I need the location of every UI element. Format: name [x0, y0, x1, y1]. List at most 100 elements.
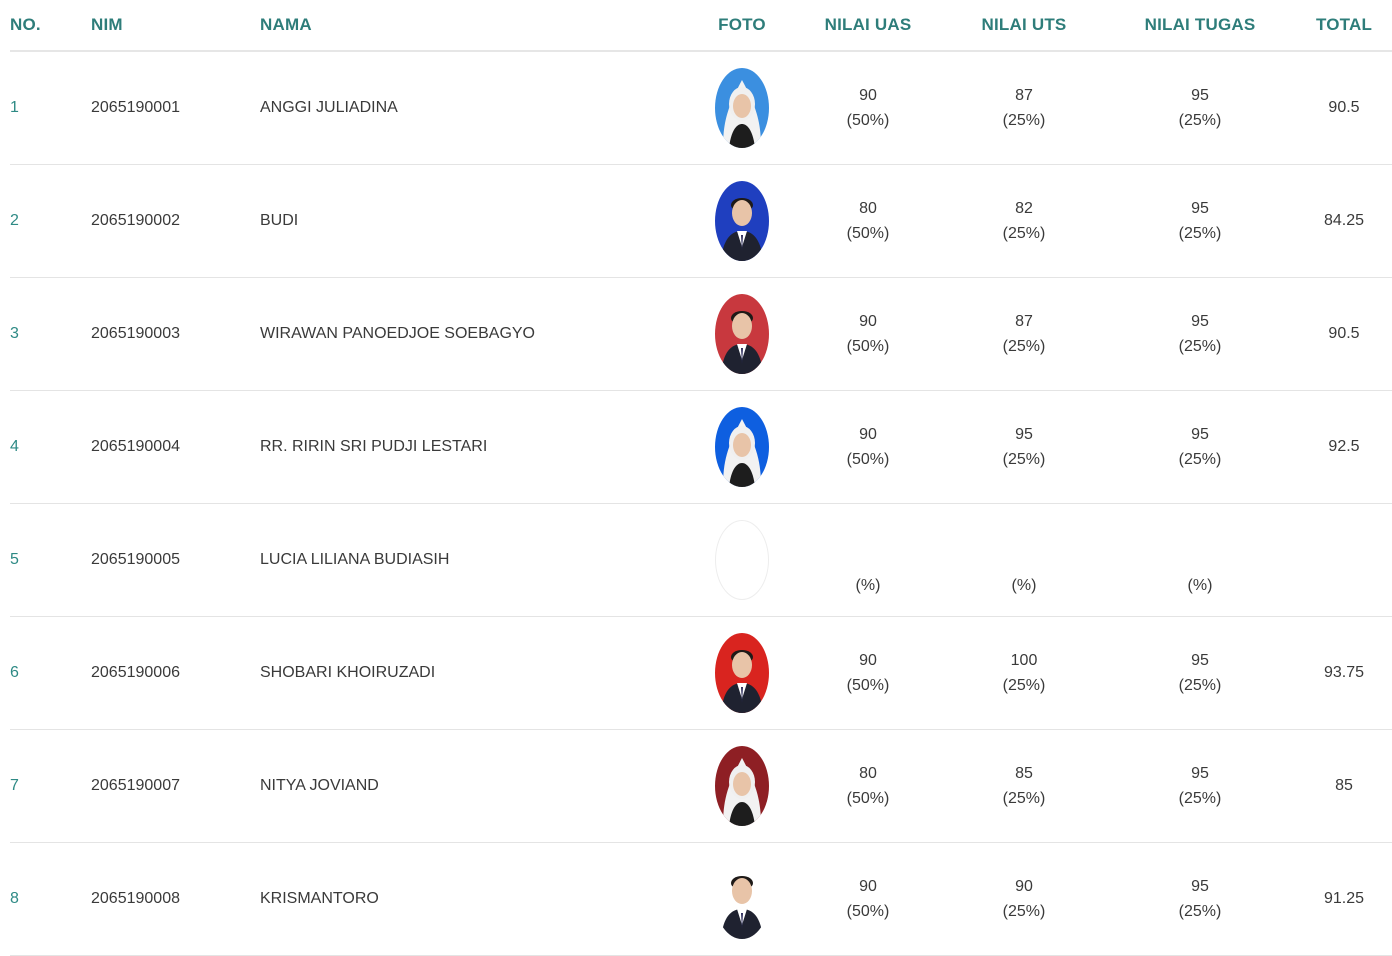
uts-value: 85: [1015, 765, 1033, 782]
table-row: 8 2065190008 KRISMANTORO 90 (50%) 90 (25%) 95 (2…: [10, 843, 1392, 956]
row-number-cell: 8: [10, 890, 91, 908]
row-number-cell: 3: [10, 325, 91, 343]
uts-weight: (25%): [1002, 225, 1046, 242]
column-header-no[interactable]: NO.: [10, 15, 91, 35]
uts-value: 87: [1015, 87, 1033, 104]
nilai-tugas-cell: 95 (25%): [1104, 196, 1296, 246]
tugas-value: 95: [1191, 313, 1209, 330]
uts-value: 90: [1015, 878, 1033, 895]
foto-cell: [692, 633, 792, 713]
row-number-link[interactable]: 3: [10, 325, 19, 342]
foto-cell: [692, 520, 792, 600]
column-header-total[interactable]: TOTAL: [1296, 15, 1392, 35]
student-photo[interactable]: [715, 181, 769, 261]
nilai-uas-cell: 90 (50%): [792, 648, 944, 698]
uts-value: 87: [1015, 313, 1033, 330]
row-number-link[interactable]: 8: [10, 890, 19, 907]
tugas-weight: (25%): [1178, 903, 1222, 920]
tugas-value: 95: [1191, 426, 1209, 443]
row-number-link[interactable]: 1: [10, 99, 19, 116]
column-header-nim[interactable]: NIM: [91, 15, 260, 35]
tugas-value: 95: [1191, 878, 1209, 895]
uts-value: 100: [1010, 652, 1038, 669]
row-number-link[interactable]: 6: [10, 664, 19, 681]
table-row: 5 2065190005 LUCIA LILIANA BUDIASIH (%) (%) (…: [10, 504, 1392, 617]
nim-cell: 2065190007: [91, 777, 180, 794]
nilai-uas-cell: 90 (50%): [792, 422, 944, 472]
nilai-tugas-cell: (%): [1104, 523, 1296, 598]
column-header-nama[interactable]: NAMA: [260, 15, 692, 35]
nilai-uts-cell: 87 (25%): [944, 83, 1104, 133]
tugas-weight: (%): [1187, 576, 1213, 594]
table-row: 2 2065190002 BUDI 80 (50%) 82 (25%) 95 (25%) 84.2…: [10, 165, 1392, 278]
student-photo[interactable]: [715, 68, 769, 148]
foto-cell: [692, 746, 792, 826]
row-number-cell: 6: [10, 664, 91, 682]
column-header-nilai-uas[interactable]: NILAI UAS: [792, 15, 944, 35]
tugas-weight: (25%): [1178, 790, 1222, 807]
tugas-weight: (25%): [1178, 112, 1222, 129]
column-header-foto: FOTO: [718, 15, 766, 34]
row-number-link[interactable]: 7: [10, 777, 19, 794]
row-number-link[interactable]: 4: [10, 438, 19, 455]
uts-weight: (25%): [1002, 903, 1046, 920]
table-row: 6 2065190006 SHOBARI KHOIRUZADI 90 (50%) 100 (…: [10, 617, 1392, 730]
row-number-link[interactable]: 5: [10, 551, 19, 568]
column-header-nilai-uts[interactable]: NILAI UTS: [944, 15, 1104, 35]
row-number-cell: 7: [10, 777, 91, 795]
nilai-tugas-cell: 95 (25%): [1104, 761, 1296, 811]
tugas-weight: (25%): [1178, 451, 1222, 468]
student-photo[interactable]: [715, 520, 769, 600]
uts-weight: (%): [1011, 576, 1037, 594]
nilai-uas-cell: 80 (50%): [792, 761, 944, 811]
nilai-uas-cell: 90 (50%): [792, 309, 944, 359]
foto-cell: [692, 68, 792, 148]
nama-cell: SHOBARI KHOIRUZADI: [260, 664, 436, 681]
table-row: 3 2065190003 WIRAWAN PANOEDJOE SOEBAGYO 90 (…: [10, 278, 1392, 391]
nim-cell: 2065190006: [91, 664, 180, 681]
uas-value: 80: [859, 200, 877, 217]
nim-cell: 2065190002: [91, 212, 180, 229]
uts-value: 82: [1015, 200, 1033, 217]
nim-cell: 2065190004: [91, 438, 180, 455]
uas-weight: (50%): [846, 790, 890, 807]
nilai-tugas-cell: 95 (25%): [1104, 309, 1296, 359]
nilai-tugas-cell: 95 (25%): [1104, 874, 1296, 924]
uas-weight: (50%): [846, 903, 890, 920]
nilai-tugas-cell: 95 (25%): [1104, 648, 1296, 698]
total-cell: 85: [1335, 777, 1353, 794]
tugas-value: 95: [1191, 87, 1209, 104]
nilai-uas-cell: 90 (50%): [792, 83, 944, 133]
tugas-weight: (25%): [1178, 338, 1222, 355]
nama-cell: NITYA JOVIAND: [260, 777, 379, 794]
column-header-nilai-tugas[interactable]: NILAI TUGAS: [1104, 15, 1296, 35]
uts-weight: (25%): [1002, 677, 1046, 694]
uts-weight: (25%): [1002, 112, 1046, 129]
uas-value: 90: [859, 652, 877, 669]
nilai-uts-cell: 85 (25%): [944, 761, 1104, 811]
student-photo[interactable]: [715, 407, 769, 487]
foto-cell: [692, 407, 792, 487]
uas-value: 90: [859, 878, 877, 895]
row-number-link[interactable]: 2: [10, 212, 19, 229]
student-photo[interactable]: [715, 859, 769, 939]
uts-value: [944, 548, 1104, 573]
total-cell: 90.5: [1328, 325, 1360, 342]
student-photo[interactable]: [715, 294, 769, 374]
uas-value: 90: [859, 426, 877, 443]
student-photo[interactable]: [715, 746, 769, 826]
uas-weight: (50%): [846, 338, 890, 355]
student-photo[interactable]: [715, 633, 769, 713]
tugas-value: 95: [1191, 652, 1209, 669]
nim-cell: 2065190005: [91, 551, 180, 568]
tugas-value: 95: [1191, 765, 1209, 782]
tugas-value: 95: [1191, 200, 1209, 217]
nilai-uas-cell: 80 (50%): [792, 196, 944, 246]
uas-weight: (50%): [846, 677, 890, 694]
row-number-cell: 4: [10, 438, 91, 456]
nilai-uts-cell: 90 (25%): [944, 874, 1104, 924]
uas-value: 90: [859, 87, 877, 104]
total-cell: 84.25: [1323, 212, 1365, 229]
nama-cell: KRISMANTORO: [260, 890, 379, 907]
uas-weight: (%): [855, 576, 881, 594]
